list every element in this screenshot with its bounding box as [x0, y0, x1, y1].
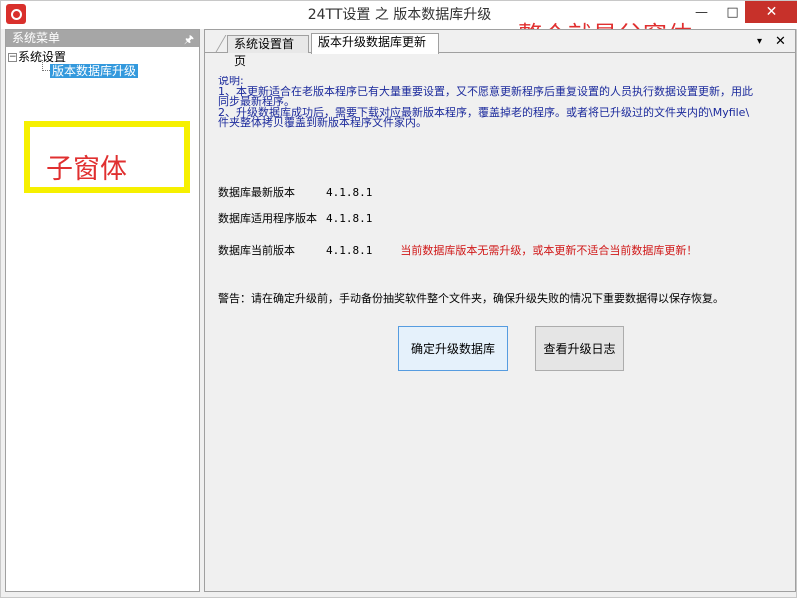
applicable-version-label: 数据库适用程序版本 — [218, 212, 317, 225]
description-line: 件夹整体拷贝覆盖到新版本程序文件家内。 — [218, 116, 427, 129]
backup-warning: 警告：请在确定升级前，手动备份抽奖软件整个文件夹，确保升级失败的情况下重要数据得… — [218, 292, 724, 305]
tab-version-upgrade[interactable]: 版本升级数据库更新 — [311, 33, 439, 54]
description-line: 1、本更新适合在老版本程序已有大量重要设置，又不愿意更新程序后重复设置的人员执行… — [218, 84, 753, 98]
latest-version-label: 数据库最新版本 — [218, 186, 295, 199]
close-button[interactable]: ✕ — [745, 1, 797, 23]
system-menu-panel: 系统菜单 🖈 − 系统设置 版本数据库升级 — [5, 29, 200, 592]
main-window: 24TT设置 之 版本数据库升级 — □ ✕ 整个就是父窗体 系统菜单 🖈 − … — [0, 0, 797, 598]
current-version-value: 4.1.8.1 — [326, 244, 373, 257]
tree-connector — [42, 60, 50, 71]
applicable-version-row: 数据库适用程序版本 4.1.8.1 — [218, 210, 372, 226]
tab-list-dropdown-icon[interactable]: ▾ — [757, 36, 762, 47]
panel-header: 系统菜单 🖈 — [6, 30, 199, 47]
document-area: 系统设置首页 版本升级数据库更新 ▾ ✕ 说明: 1、本更新适合在老版本程序已有… — [204, 29, 796, 592]
upgrade-status-message: 当前数据库版本无需升级，或本更新不适合当前数据库更新！ — [400, 244, 698, 257]
tab-strip: 系统设置首页 版本升级数据库更新 ▾ ✕ — [205, 30, 795, 68]
confirm-upgrade-button[interactable]: 确定升级数据库 — [398, 326, 508, 371]
menu-tree: − 系统设置 版本数据库升级 — [6, 47, 199, 78]
view-upgrade-log-button[interactable]: 查看升级日志 — [535, 326, 624, 371]
current-version-label: 数据库当前版本 — [218, 244, 295, 257]
upgrade-content: 说明: 1、本更新适合在老版本程序已有大量重要设置，又不愿意更新程序后重复设置的… — [218, 76, 795, 305]
child-window-annotation: 子窗体 — [46, 154, 127, 185]
panel-title: 系统菜单 — [12, 31, 61, 45]
latest-version-value: 4.1.8.1 — [326, 186, 373, 199]
description-block: 说明: 1、本更新适合在老版本程序已有大量重要设置，又不愿意更新程序后重复设置的… — [218, 76, 795, 129]
latest-version-row: 数据库最新版本 4.1.8.1 — [218, 184, 372, 200]
tree-item-label: 版本数据库升级 — [50, 64, 139, 78]
maximize-button[interactable]: □ — [717, 1, 748, 23]
tab-close-icon[interactable]: ✕ — [775, 34, 786, 49]
applicable-version-value: 4.1.8.1 — [326, 212, 373, 225]
tree-item-version-upgrade[interactable]: 版本数据库升级 — [6, 60, 199, 78]
current-version-row: 数据库当前版本 4.1.8.1 当前数据库版本无需升级，或本更新不适合当前数据库更新… — [218, 242, 697, 258]
pin-icon[interactable]: 🖈 — [184, 31, 194, 48]
tree-item-system-settings[interactable]: − 系统设置 — [6, 50, 199, 64]
tab-settings-home[interactable]: 系统设置首页 — [227, 35, 309, 68]
collapse-icon[interactable]: − — [8, 53, 17, 62]
